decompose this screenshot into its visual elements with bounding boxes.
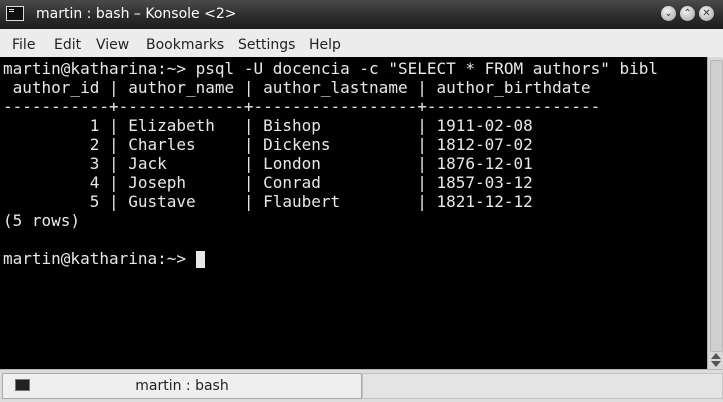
menu-bookmarks[interactable]: Bookmarks bbox=[146, 37, 224, 53]
close-button[interactable]: ✕ bbox=[699, 6, 714, 21]
table-header: author_id | author_name | author_lastnam… bbox=[3, 78, 591, 97]
title-bar[interactable]: martin : bash – Konsole <2> ⌄ ⌃ ✕ bbox=[0, 0, 723, 29]
prompt-line[interactable]: martin@katharina:~> bbox=[3, 249, 196, 268]
command-line: martin@katharina:~> psql -U docencia -c … bbox=[3, 59, 659, 78]
menu-help[interactable]: Help bbox=[309, 37, 341, 53]
scroll-up-arrow-icon[interactable] bbox=[711, 353, 721, 359]
tab-bar: martin : bash bbox=[0, 369, 723, 402]
tab-label: martin : bash bbox=[135, 378, 229, 394]
menu-view[interactable]: View bbox=[96, 37, 129, 53]
tab-martin-bash[interactable]: martin : bash bbox=[2, 373, 362, 399]
menu-settings[interactable]: Settings bbox=[238, 37, 295, 53]
minimize-button[interactable]: ⌄ bbox=[661, 6, 676, 21]
menu-bar: File Edit View Bookmarks Settings Help bbox=[0, 29, 723, 58]
terminal-icon[interactable] bbox=[6, 6, 24, 21]
table-separator: -----------+-------------+--------------… bbox=[3, 97, 601, 116]
window-title: martin : bash – Konsole <2> bbox=[36, 6, 237, 22]
scrollbar-handle[interactable] bbox=[710, 60, 723, 352]
table-row: 5 | Gustave | Flaubert | 1821-12-12 bbox=[3, 192, 533, 211]
terminal-output[interactable]: martin@katharina:~> psql -U docencia -c … bbox=[0, 57, 707, 369]
table-row: 1 | Elizabeth | Bishop | 1911-02-08 bbox=[3, 116, 533, 135]
table-row: 4 | Joseph | Conrad | 1857-03-12 bbox=[3, 173, 533, 192]
vertical-scrollbar[interactable] bbox=[707, 57, 723, 369]
text-cursor bbox=[196, 251, 205, 268]
scroll-down-arrow-icon[interactable] bbox=[711, 361, 721, 367]
menu-edit[interactable]: Edit bbox=[54, 37, 81, 53]
table-row: 3 | Jack | London | 1876-12-01 bbox=[3, 154, 533, 173]
table-row: 2 | Charles | Dickens | 1812-07-02 bbox=[3, 135, 533, 154]
tab-bar-empty-area bbox=[362, 373, 723, 399]
row-count: (5 rows) bbox=[3, 211, 81, 230]
maximize-button[interactable]: ⌃ bbox=[680, 6, 695, 21]
menu-file[interactable]: File bbox=[12, 37, 35, 53]
konsole-window: martin : bash – Konsole <2> ⌄ ⌃ ✕ File E… bbox=[0, 0, 723, 402]
